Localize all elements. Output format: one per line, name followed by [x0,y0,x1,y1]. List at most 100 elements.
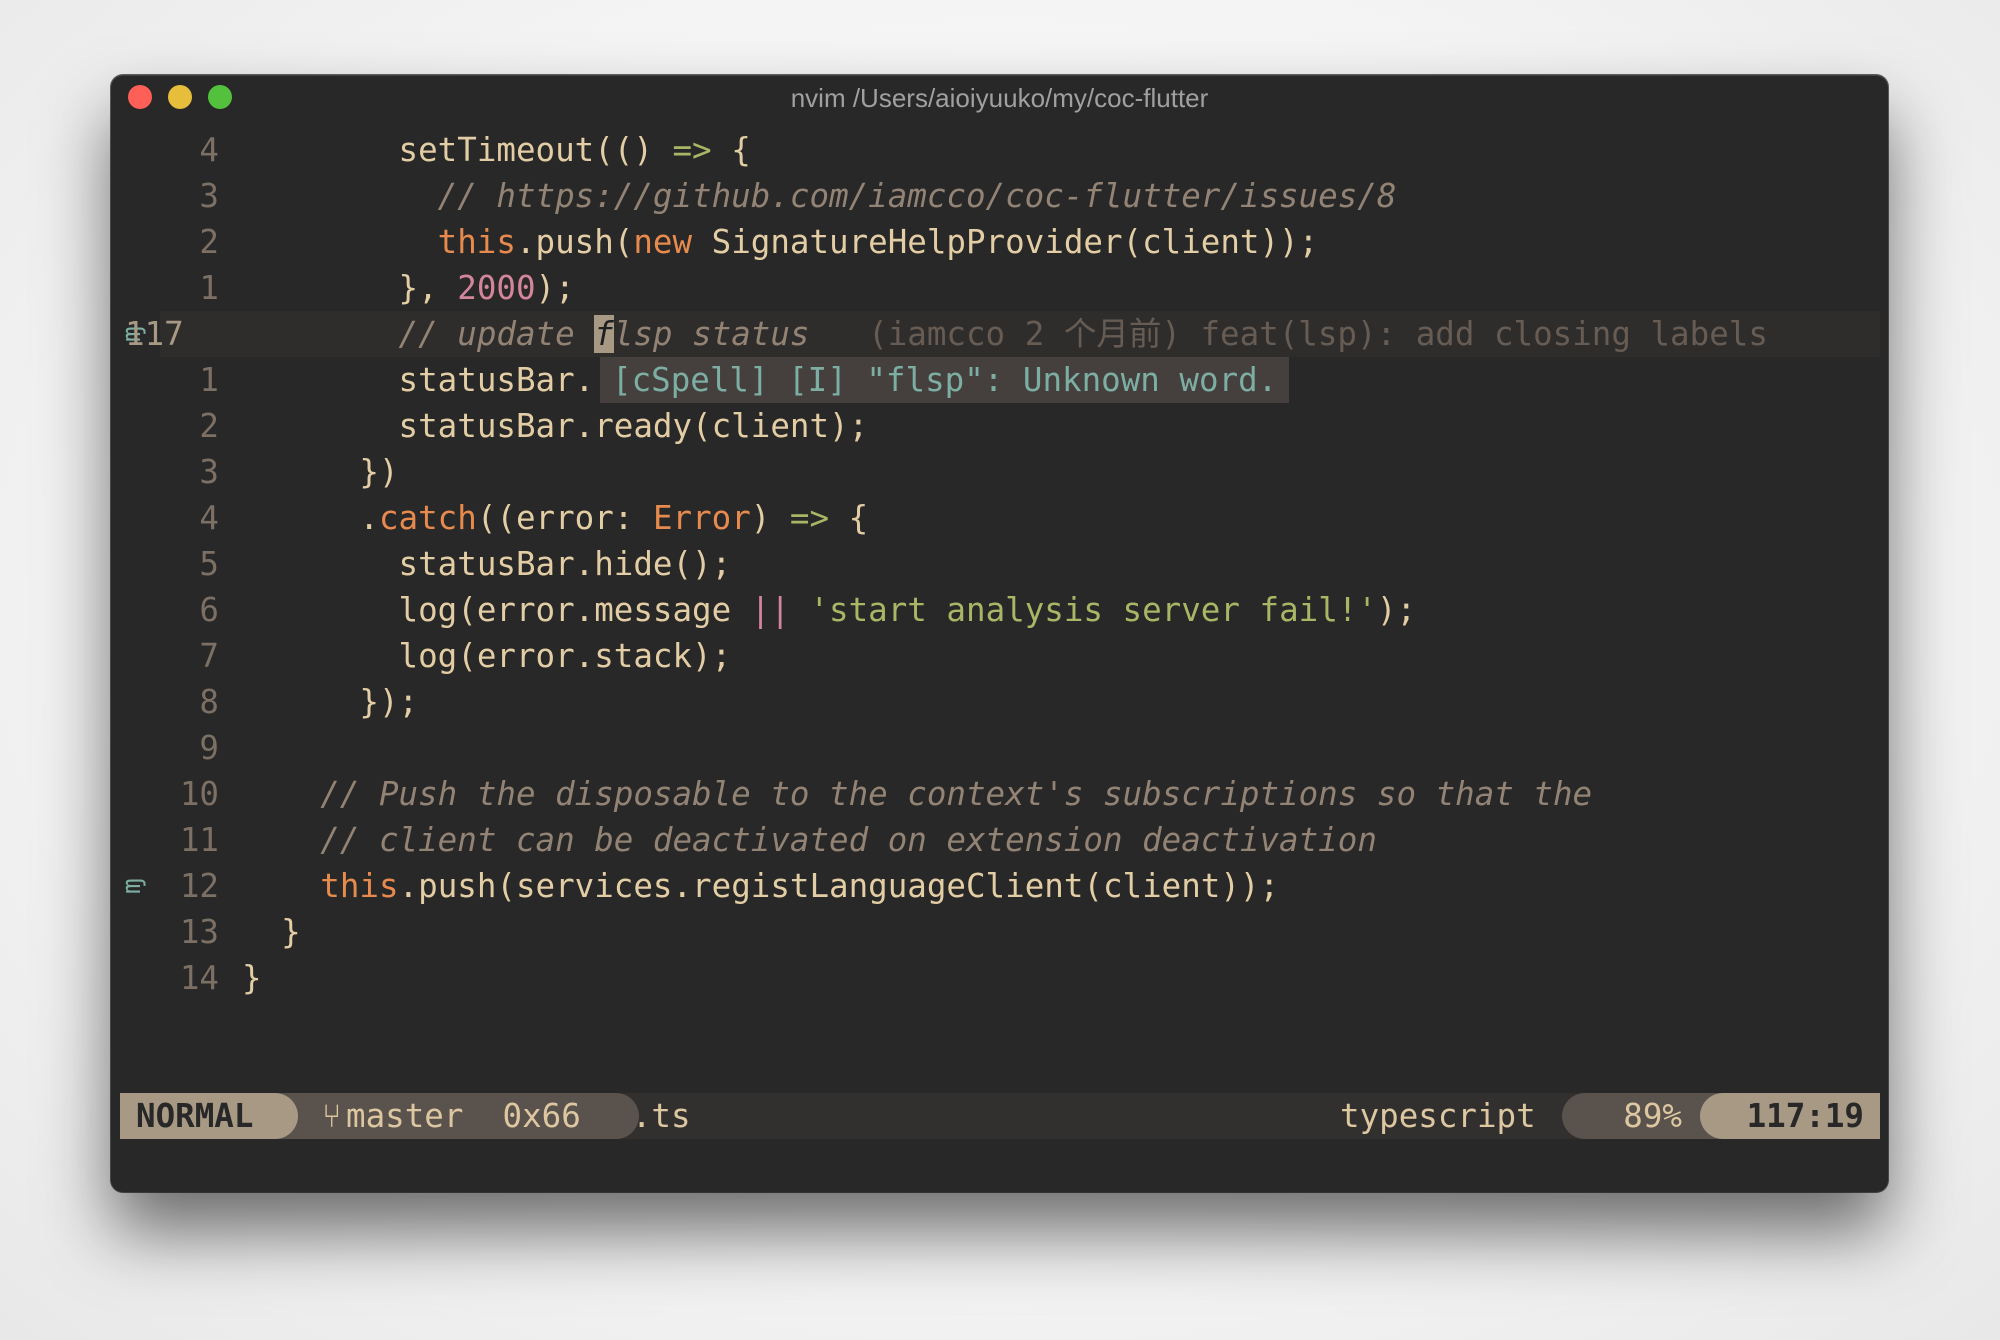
code-line[interactable]: 3 }) [111,449,1888,495]
line-number: 6 [199,591,219,629]
line-number: 3 [199,453,219,491]
code-token: { [711,131,751,169]
code-token: statusBar. [398,361,595,399]
code-line[interactable]: 13 } [111,909,1888,955]
code-text: } [242,909,301,955]
branch-name: master [346,1097,464,1135]
code-line[interactable]: ɱ 12 this.push(services.registLanguageCli… [111,863,1888,909]
code-token: setTimeout(() [398,131,673,169]
line-number: 9 [199,729,219,767]
code-token: => [672,131,712,169]
command-line[interactable] [120,1139,1880,1185]
line-number: 11 [179,821,219,859]
code-line[interactable]: 11 // client can be deactivated on exten… [111,817,1888,863]
code-line[interactable]: 10 // Push the disposable to the context… [111,771,1888,817]
line-number: 2 [199,407,219,445]
line-number: 117 [125,315,184,353]
code-line[interactable]: 2 this.push(new SignatureHelpProvider(cl… [111,219,1888,265]
line-number: 14 [179,959,219,997]
code-text: }); [242,679,418,725]
code-text: statusBar.ready(client); [242,403,869,449]
code-token: this [437,223,516,261]
window-title: nvim /Users/aioiyuuko/my/coc-flutter [790,83,1209,113]
code-token: 'start analysis server fail!' [809,591,1377,629]
code-token: catch [378,499,477,537]
code-text: log(error.message || 'start analysis ser… [242,587,1417,633]
code-token: ); [1376,591,1417,629]
line-number: 1 [199,361,219,399]
code-line[interactable]: 1 statusBar. [cSpell] [I] "flsp": Unknown… [111,357,1888,403]
code-token: ((error: [476,499,653,537]
code-token: }) [359,453,399,491]
code-line[interactable]: 1 }, 2000); [111,265,1888,311]
code-token: => [789,499,830,537]
code-token: SignatureHelpProvider(client)); [692,223,1319,261]
code-line[interactable]: 7 log(error.stack); [111,633,1888,679]
line-number: 4 [199,499,219,537]
code-text: } [242,955,262,1001]
title-bar: nvim /Users/aioiyuuko/my/coc-flutter [111,75,1888,121]
text-cursor: f [594,315,614,353]
code-token: // https://github.com/iamcco/coc-flutter… [437,177,1397,215]
line-number: 7 [199,637,219,675]
code-line[interactable]: 2 statusBar.ready(client); [111,403,1888,449]
code-token: statusBar.hide(); [398,545,732,583]
line-number: 4 [199,131,219,169]
code-line[interactable]: 5 statusBar.hide(); [111,541,1888,587]
code-text: log(error.stack); [242,633,732,679]
code-line[interactable]: 14} [111,955,1888,1001]
code-text: this.push(new SignatureHelpProvider(clie… [242,219,1319,265]
code-token: } [281,913,301,951]
code-token: ); [535,269,575,307]
code-token: .push(services.registLanguageClient(clie… [398,867,1280,905]
code-token: log(error.stack); [398,637,732,675]
git-branch-icon: ⑂ [322,1097,342,1135]
code-token: // Push the disposable to the context's … [320,775,1593,813]
line-number: 1 [199,269,219,307]
code-text: }, 2000); [242,265,575,311]
code-text: // Push the disposable to the context's … [242,771,1592,817]
code-token: || [750,591,790,629]
code-line[interactable]: 8 }); [111,679,1888,725]
code-text: setTimeout(() => { [242,127,751,173]
git-blame-virtual-text: (iamcco 2 个月前) feat(lsp): add closing la… [868,315,1768,353]
editor-buffer[interactable]: 4 setTimeout(() => {3 // https://github.… [111,127,1888,1001]
diagnostic-float: [cSpell] [I] "flsp": Unknown word. [600,357,1290,403]
line-number: 13 [179,913,219,951]
code-text: // https://github.com/iamcco/coc-flutter… [242,173,1397,219]
code-token: // client can be deactivated on extensio… [320,821,1377,859]
code-line[interactable]: 4 setTimeout(() => { [111,127,1888,173]
code-token: .push( [515,223,634,261]
code-token: Error [652,499,751,537]
code-token: lsp status [613,315,810,353]
line-number: 5 [199,545,219,583]
code-line[interactable]: 4 .catch((error: Error) => { [111,495,1888,541]
code-text: statusBar.hide(); [242,541,732,587]
code-token: } [242,959,262,997]
char-code: 0x66 [502,1097,581,1135]
code-token: }); [359,683,419,721]
line-number: 2 [199,223,219,261]
code-text: // client can be deactivated on extensio… [242,817,1377,863]
code-token: statusBar.ready(client); [398,407,869,445]
code-token: new [633,223,693,261]
code-line[interactable]: 6 log(error.message || 'start analysis s… [111,587,1888,633]
filetype: typescript [1340,1097,1536,1135]
line-number: 12 [179,867,219,905]
code-token: }, [398,269,458,307]
code-token: this [320,867,399,905]
code-text: statusBar. [242,357,595,403]
statusline: NORMAL ⑂master 0x66 index.ts typescript … [120,1093,1880,1139]
code-line[interactable]: 3 // https://github.com/iamcco/coc-flutt… [111,173,1888,219]
code-line[interactable]: 9 [111,725,1888,771]
cursor-position: 117:19 [1700,1093,1880,1139]
code-text: }) [242,449,399,495]
code-text: this.push(services.registLanguageClient(… [242,863,1279,909]
code-text: .catch((error: Error) => { [242,495,868,541]
code-text: // update flsp status (iamcco 2 个月前) feat… [242,311,1768,357]
cursor-line[interactable]: ɱ 117 // update flsp status (iamcco 2 个月前)… [111,311,1888,357]
line-number: 3 [199,177,219,215]
mode-indicator: NORMAL [120,1093,298,1139]
terminal-window: nvim /Users/aioiyuuko/my/coc-flutter 4 s… [111,75,1888,1192]
